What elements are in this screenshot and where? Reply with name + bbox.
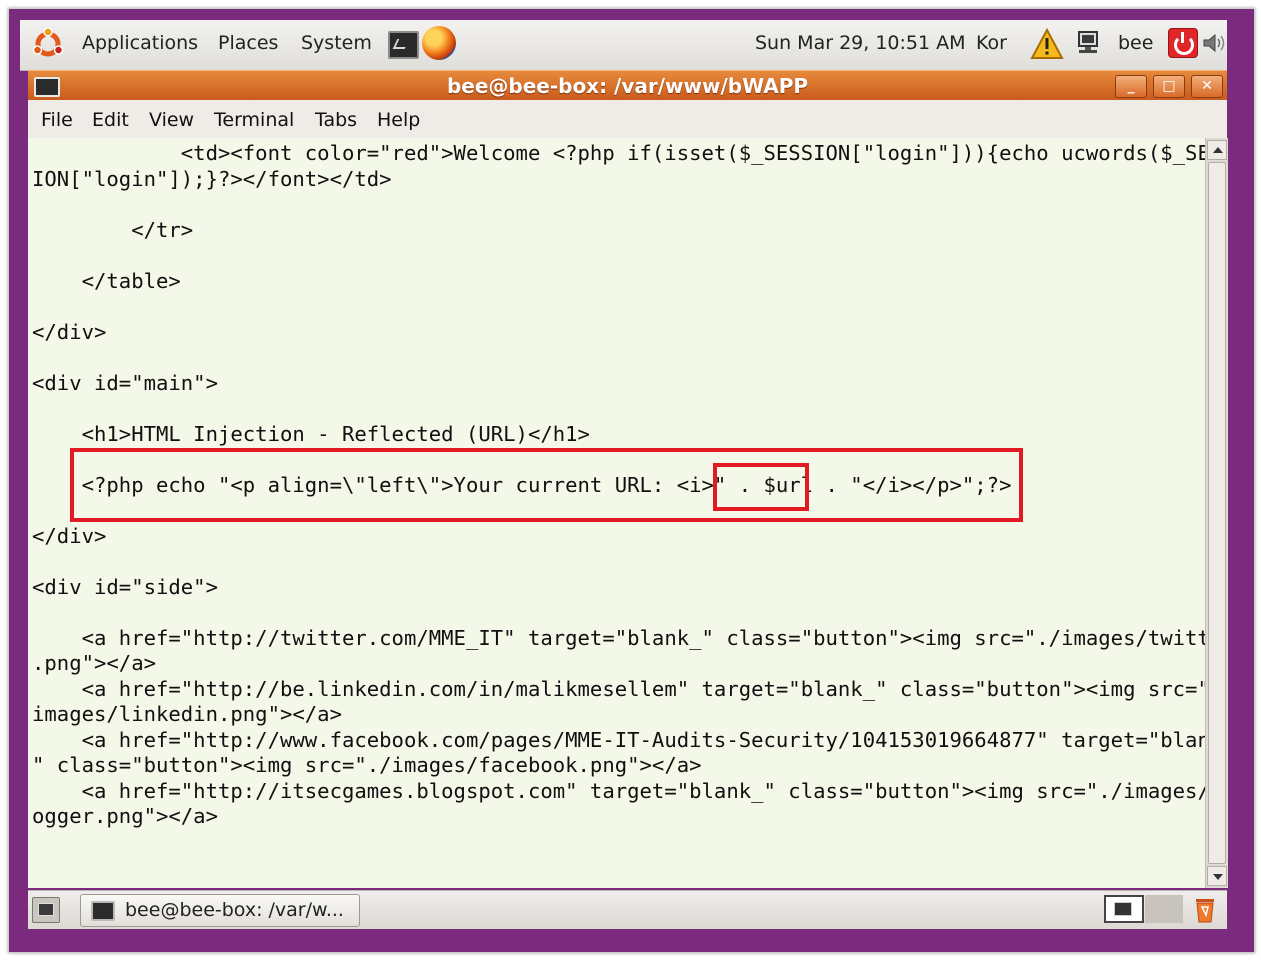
terminal-line: images/linkedin.png"></a>: [32, 702, 342, 726]
terminal-line: ION["login"]);}?></font></td>: [32, 166, 392, 191]
terminal-line: <div id="main">: [32, 370, 218, 395]
trash-icon[interactable]: [1194, 896, 1216, 923]
firefox-icon[interactable]: [422, 26, 456, 60]
terminal-line: </tr>: [32, 217, 194, 242]
highlight-box-php-echo: [70, 448, 1023, 522]
terminal-line: " class="button"><img src="./images/face…: [32, 753, 702, 777]
menu-applications[interactable]: Applications: [82, 32, 198, 54]
volume-icon[interactable]: [1202, 32, 1226, 54]
terminal-line: .png"></a>: [32, 651, 156, 675]
terminal-line: ogger.png"></a>: [32, 804, 218, 828]
workspace-2[interactable]: [1145, 895, 1183, 923]
terminal-line: </div>: [32, 523, 107, 548]
close-button[interactable]: ✕: [1191, 75, 1223, 98]
menu-help[interactable]: Help: [377, 109, 420, 131]
taskbar-item-label: bee@bee-box: /var/w...: [125, 899, 344, 921]
terminal-line: </table>: [32, 268, 181, 293]
warning-icon[interactable]: [1030, 28, 1064, 60]
window-titlebar[interactable]: bee@bee-box: /var/www/bWAPP _ □ ✕: [28, 70, 1227, 101]
maximize-button[interactable]: □: [1153, 75, 1185, 98]
menu-system[interactable]: System: [301, 32, 372, 54]
power-icon[interactable]: [1168, 28, 1198, 58]
terminal-line: <td><font color="red">Welcome <?php if(i…: [32, 141, 1205, 165]
menu-places[interactable]: Places: [218, 32, 278, 54]
keyboard-layout[interactable]: Kor: [976, 32, 1007, 54]
workspace-1[interactable]: [1104, 895, 1144, 923]
scrollbar-thumb[interactable]: [1208, 162, 1226, 864]
scroll-down-icon[interactable]: [1207, 866, 1227, 886]
terminal-line: <a href="http://itsecgames.blogspot.com"…: [32, 778, 1205, 803]
menubar: File Edit View Terminal Tabs Help: [28, 100, 1227, 139]
terminal-icon[interactable]: [388, 31, 419, 59]
network-icon[interactable]: [1075, 30, 1101, 56]
scroll-up-icon[interactable]: [1207, 140, 1227, 160]
ubuntu-logo-icon[interactable]: [32, 28, 64, 60]
clock[interactable]: Sun Mar 29, 10:51 AM: [755, 32, 966, 54]
terminal-line: <h1>HTML Injection - Reflected (URL)</h1…: [32, 421, 590, 446]
window-title: bee@bee-box: /var/www/bWAPP: [446, 74, 809, 98]
menu-edit[interactable]: Edit: [92, 109, 129, 131]
terminal-line: <a href="http://be.linkedin.com/in/malik…: [32, 676, 1205, 701]
menu-view[interactable]: View: [149, 109, 194, 131]
highlight-box-url-variable: [713, 463, 809, 511]
terminal-line: </div>: [32, 319, 107, 344]
menu-tabs[interactable]: Tabs: [315, 109, 357, 131]
menu-terminal[interactable]: Terminal: [214, 109, 294, 131]
taskbar-item-terminal[interactable]: bee@bee-box: /var/w...: [80, 894, 360, 927]
terminal-line: <a href="http://twitter.com/MME_IT" targ…: [32, 625, 1205, 650]
menu-file[interactable]: File: [41, 109, 73, 131]
top-panel: Applications Places System Sun Mar 29, 1…: [20, 20, 1227, 71]
user-name[interactable]: bee: [1118, 32, 1153, 54]
bottom-panel: bee@bee-box: /var/w...: [28, 890, 1227, 929]
show-desktop-icon[interactable]: [32, 897, 60, 923]
terminal-scrollbar[interactable]: [1205, 138, 1228, 888]
terminal-icon: [91, 901, 115, 921]
terminal-line: <div id="side">: [32, 574, 218, 599]
minimize-button[interactable]: _: [1115, 75, 1147, 98]
terminal-line: <a href="http://www.facebook.com/pages/M…: [32, 727, 1205, 752]
